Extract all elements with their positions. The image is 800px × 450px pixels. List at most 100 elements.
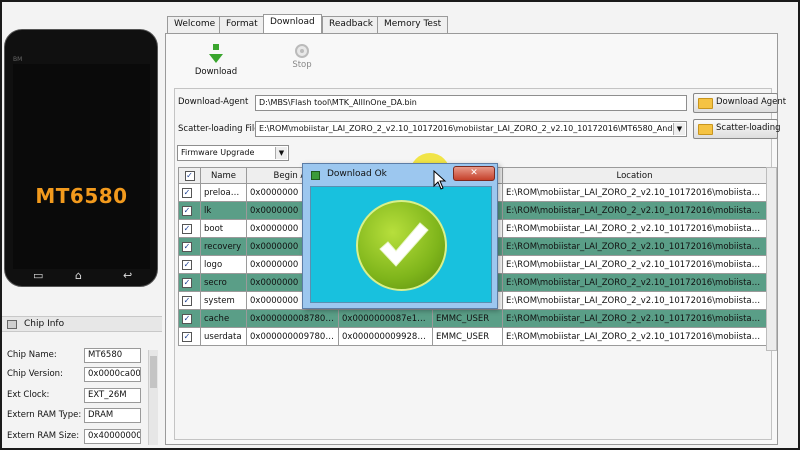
checkmark-icon — [379, 222, 429, 267]
row-name: lk — [200, 201, 247, 220]
scatter-label: Scatter-loading File — [178, 124, 260, 134]
download-agent-label: Download-Agent — [178, 97, 249, 107]
download-agent-button[interactable]: Download Agent — [693, 93, 786, 113]
row-location: E:\ROM\mobiistar_LAI_ZORO_2_v2.10_101720… — [502, 309, 767, 328]
tab-memory-test[interactable]: Memory Test — [377, 16, 449, 33]
stop-label: Stop — [292, 60, 312, 70]
stop-button[interactable]: Stop — [284, 44, 320, 70]
scatter-loading-button-label: Scatter-loading — [716, 123, 781, 133]
row-end: 0x00000000992864 26f — [338, 327, 433, 346]
row-end: 0x0000000087e1a0cf — [338, 309, 433, 328]
chip-row-value[interactable]: 0x40000000 — [84, 429, 141, 444]
chip-info-header[interactable]: Chip Info — [2, 316, 162, 332]
scatter-field[interactable]: E:\ROM\mobiistar_LAI_ZORO_2_v2.10_101720… — [255, 121, 687, 137]
chip-row-label: Chip Version: — [7, 369, 63, 379]
row-checkbox[interactable]: ✓ — [178, 183, 201, 202]
row-checkbox[interactable]: ✓ — [178, 309, 201, 328]
tab-readback[interactable]: Readback — [322, 16, 381, 33]
table-scrollbar[interactable] — [766, 167, 777, 351]
row-location: E:\ROM\mobiistar_LAI_ZORO_2_v2.10_101720… — [502, 201, 767, 220]
scatter-loading-button[interactable]: Scatter-loading — [693, 119, 781, 139]
table-row[interactable]: ✓ userdata 0x0000000097800000 0x00000000… — [178, 327, 767, 346]
phone-chip-label: MT6580 — [35, 184, 128, 208]
chip-row-label: Extern RAM Size: — [7, 431, 80, 441]
tab-format[interactable]: Format — [219, 16, 265, 33]
folder-icon — [698, 98, 713, 109]
folder-icon — [698, 124, 713, 135]
download-ok-dialog: Download Ok ✕ — [302, 163, 498, 309]
phone-screen: MT6580 — [13, 64, 150, 269]
row-name: secro — [200, 273, 247, 292]
tab-welcome[interactable]: Welcome — [167, 16, 223, 33]
chip-row-label: Extern RAM Type: — [7, 410, 82, 420]
row-location: E:\ROM\mobiistar_LAI_ZORO_2_v2.10_101720… — [502, 291, 767, 310]
phone-image: BM MT6580 ▭ ⌂ ↩ — [4, 29, 158, 287]
chip-row-label: Ext Clock: — [7, 390, 50, 400]
row-location: E:\ROM\mobiistar_LAI_ZORO_2_v2.10_101720… — [502, 255, 767, 274]
scatter-value: E:\ROM\mobiistar_LAI_ZORO_2_v2.10_101720… — [259, 124, 683, 133]
download-agent-button-label: Download Agent — [716, 97, 787, 107]
row-checkbox[interactable]: ✓ — [178, 237, 201, 256]
stop-icon — [295, 44, 309, 58]
chip-row-name: Chip Name: MT6580 — [5, 348, 155, 363]
row-name: system — [200, 291, 247, 310]
row-location: E:\ROM\mobiistar_LAI_ZORO_2_v2.10_101720… — [502, 237, 767, 256]
row-begin: 0x0000000097800000 — [246, 327, 339, 346]
row-location: E:\ROM\mobiistar_LAI_ZORO_2_v2.10_101720… — [502, 327, 767, 346]
arrow-down-icon — [209, 54, 223, 63]
row-name: recovery — [200, 237, 247, 256]
chip-row-value[interactable]: EXT_26M — [84, 388, 141, 403]
row-name: boot — [200, 219, 247, 238]
download-button[interactable]: Download — [194, 44, 238, 77]
row-name: cache — [200, 309, 247, 328]
row-checkbox[interactable]: ✓ — [178, 201, 201, 220]
row-checkbox[interactable]: ✓ — [178, 327, 201, 346]
mode-select-value: Firmware Upgrade — [181, 148, 255, 157]
dialog-title: Download Ok — [327, 169, 387, 179]
dialog-body — [310, 186, 492, 303]
chip-row-version: Chip Version: 0x0000ca00 — [5, 367, 155, 382]
row-location: E:\ROM\mobiistar_LAI_ZORO_2_v2.10_101720… — [502, 273, 767, 292]
row-location: E:\ROM\mobiistar_LAI_ZORO_2_v2.10_101720… — [502, 183, 767, 202]
scrollbar-thumb[interactable] — [150, 356, 157, 388]
chevron-down-icon[interactable]: ▼ — [275, 147, 287, 159]
mouse-pointer-icon — [433, 170, 447, 190]
header-name[interactable]: Name — [200, 167, 247, 184]
dialog-app-icon — [311, 171, 320, 180]
chip-info-scrollbar[interactable] — [148, 350, 158, 445]
close-icon[interactable]: ✕ — [453, 166, 495, 181]
header-checkbox[interactable]: ✓ — [178, 167, 201, 184]
chip-icon — [7, 320, 17, 329]
header-location[interactable]: Location — [502, 167, 767, 184]
row-checkbox[interactable]: ✓ — [178, 291, 201, 310]
row-region: EMMC_USER — [432, 327, 503, 346]
row-location: E:\ROM\mobiistar_LAI_ZORO_2_v2.10_101720… — [502, 219, 767, 238]
row-checkbox[interactable]: ✓ — [178, 273, 201, 292]
chip-row-value[interactable]: MT6580 — [84, 348, 141, 363]
chip-row-ram-size: Extern RAM Size: 0x40000000 — [5, 429, 155, 444]
row-checkbox[interactable]: ✓ — [178, 255, 201, 274]
menu-key-icon: ▭ — [33, 269, 44, 282]
back-key-icon: ↩ — [123, 269, 133, 282]
chip-row-clock: Ext Clock: EXT_26M — [5, 388, 155, 403]
table-row[interactable]: ✓ cache 0x0000000087800000 0x0000000087e… — [178, 309, 767, 328]
row-begin: 0x0000000087800000 — [246, 309, 339, 328]
phone-brand: BM — [13, 56, 23, 63]
success-circle — [356, 200, 447, 291]
download-arrow-icon — [213, 44, 219, 50]
home-key-icon: ⌂ — [75, 269, 82, 282]
row-name: logo — [200, 255, 247, 274]
download-agent-field[interactable]: D:\MBS\Flash tool\MTK_AllInOne_DA.bin — [255, 95, 687, 111]
chip-row-ram-type: Extern RAM Type: DRAM — [5, 408, 155, 423]
row-name: userdata — [200, 327, 247, 346]
download-label: Download — [194, 67, 238, 77]
tab-download[interactable]: Download — [263, 14, 322, 34]
row-checkbox[interactable]: ✓ — [178, 219, 201, 238]
chevron-down-icon[interactable]: ▼ — [673, 123, 685, 135]
mode-select[interactable]: Firmware Upgrade ▼ — [177, 145, 289, 161]
chip-row-label: Chip Name: — [7, 350, 57, 360]
chip-row-value[interactable]: DRAM — [84, 408, 141, 423]
phone-keys: ▭ ⌂ ↩ — [5, 266, 157, 282]
row-region: EMMC_USER — [432, 309, 503, 328]
chip-row-value[interactable]: 0x0000ca00 — [84, 367, 141, 382]
